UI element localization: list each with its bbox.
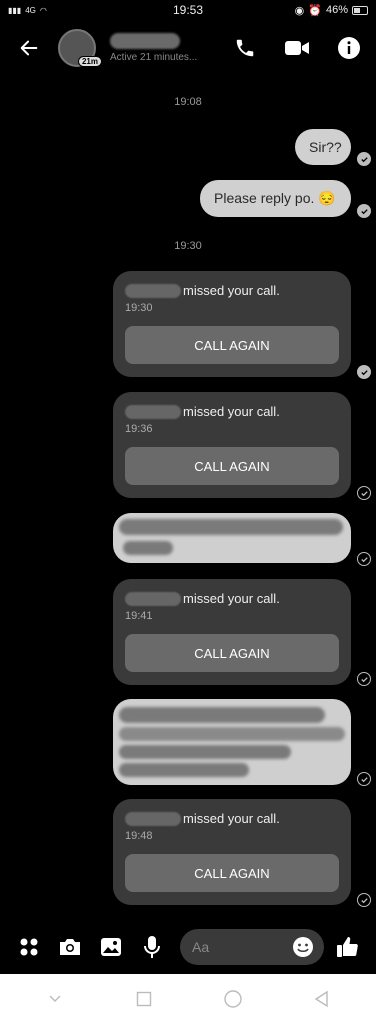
seen-check-icon [357, 152, 371, 166]
call-again-button[interactable]: CALL AGAIN [125, 634, 339, 672]
missed-call-card: missed your call. 19:30 CALL AGAIN [113, 271, 351, 377]
back-arrow-icon[interactable] [14, 33, 44, 63]
phone-icon[interactable] [232, 35, 258, 61]
image-icon[interactable] [94, 930, 128, 964]
call-time: 19:41 [125, 610, 153, 622]
system-indicators: ◉ ⏰ 46% [295, 4, 368, 17]
outgoing-message[interactable]: Please reply po. 😔 [200, 180, 351, 217]
system-nav-bar [0, 974, 376, 1024]
thumbs-up-icon[interactable] [330, 930, 364, 964]
timestamp: 19:30 [174, 240, 202, 252]
alarm-icon: ⏰ [308, 4, 322, 17]
message-input[interactable]: Aa [180, 929, 324, 965]
rotation-lock-icon: ◉ [294, 4, 305, 17]
message-placeholder: Aa [192, 939, 210, 955]
redacted-name [125, 404, 181, 419]
info-icon[interactable] [336, 35, 362, 61]
status-bar: ▮▮▮ 4G ◠ 19:53 ◉ ⏰ 46% [0, 0, 376, 20]
redaction-mark [119, 519, 343, 535]
call-time: 19:30 [125, 302, 153, 314]
contact-name-redacted [110, 33, 180, 49]
camera-icon[interactable] [53, 930, 87, 964]
sent-check-icon [357, 552, 371, 566]
missed-call-text: missed your call. [183, 591, 280, 606]
sent-check-icon [357, 772, 371, 786]
call-time: 19:48 [125, 830, 153, 842]
redacted-name [125, 591, 181, 606]
signal-icon: ▮▮▮ [8, 5, 22, 15]
contact-status: Active 21 minutes... [110, 52, 198, 63]
redacted-message[interactable] [113, 699, 351, 785]
grid-dots-icon[interactable] [12, 930, 46, 964]
network-type: 4G [25, 5, 36, 15]
contact-info[interactable]: Active 21 minutes... [110, 33, 232, 63]
redaction-mark [119, 745, 291, 759]
sent-check-icon [357, 486, 371, 500]
timestamp: 19:08 [174, 96, 202, 108]
battery-icon [352, 5, 368, 15]
outgoing-message[interactable]: Sir?? [295, 129, 351, 165]
redacted-name [125, 811, 181, 826]
missed-call-card: missed your call. 19:48 CALL AGAIN [113, 799, 351, 905]
nav-recents-icon[interactable] [129, 984, 159, 1014]
nav-back-icon[interactable] [307, 984, 337, 1014]
message-composer: Aa [0, 922, 376, 972]
missed-call-text: missed your call. [183, 404, 280, 419]
header-actions [232, 35, 362, 61]
sent-check-icon [357, 672, 371, 686]
nav-home-icon[interactable] [218, 984, 248, 1014]
seen-check-icon [357, 365, 371, 379]
call-again-button[interactable]: CALL AGAIN [125, 326, 339, 364]
avatar[interactable]: 21m [58, 29, 102, 67]
sent-check-icon [357, 893, 371, 907]
active-badge: 21m [77, 56, 102, 67]
missed-call-text: missed your call. [183, 283, 280, 298]
wifi-icon: ◠ [39, 5, 47, 15]
missed-call-card: missed your call. 19:36 CALL AGAIN [113, 392, 351, 498]
redaction-mark [119, 707, 325, 723]
redacted-message[interactable] [113, 513, 351, 563]
emoji-icon[interactable] [292, 936, 314, 958]
redaction-mark [119, 763, 249, 777]
chat-header: 21m Active 21 minutes... [0, 22, 376, 74]
redacted-name [125, 283, 181, 298]
call-again-button[interactable]: CALL AGAIN [125, 854, 339, 892]
battery-percent: 46% [325, 4, 348, 16]
nav-down-icon[interactable] [40, 984, 70, 1014]
seen-check-icon [357, 204, 371, 218]
video-icon[interactable] [284, 35, 310, 61]
call-time: 19:36 [125, 423, 153, 435]
signal-indicators: ▮▮▮ 4G ◠ [8, 6, 47, 15]
missed-call-text: missed your call. [183, 811, 280, 826]
redaction-mark [119, 727, 345, 741]
clock: 19:53 [172, 3, 204, 17]
call-again-button[interactable]: CALL AGAIN [125, 447, 339, 485]
redaction-mark [123, 541, 173, 555]
missed-call-card: missed your call. 19:41 CALL AGAIN [113, 579, 351, 685]
microphone-icon[interactable] [135, 930, 169, 964]
